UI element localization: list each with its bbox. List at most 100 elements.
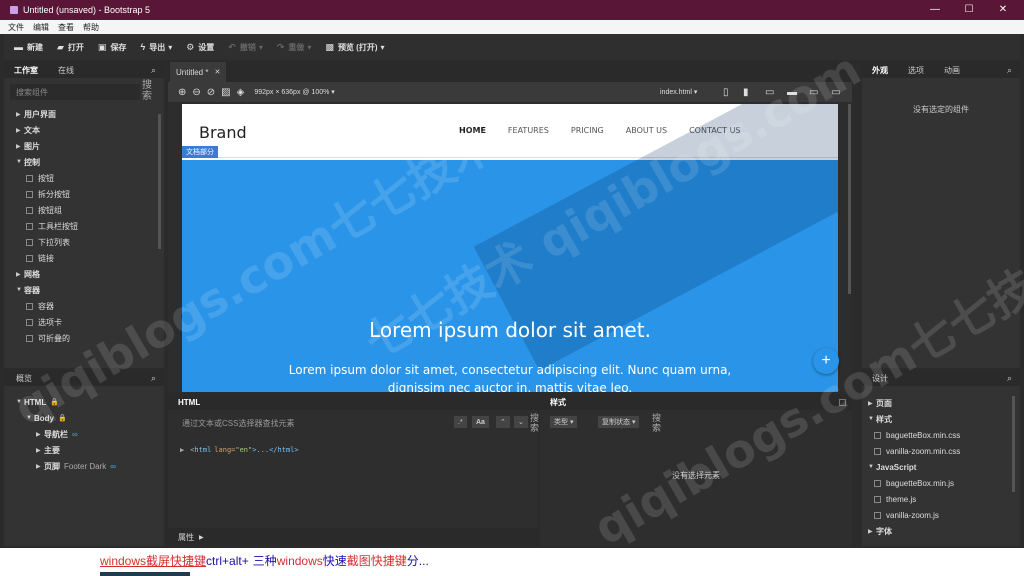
caret-down-icon[interactable]: ▼ <box>16 287 24 293</box>
maximize-button[interactable]: ☐ <box>952 0 986 20</box>
attributes-bar[interactable]: 属性 ▶ <box>168 528 538 546</box>
tab-untitled[interactable]: Untitled * ✕ <box>170 62 227 82</box>
menu-help[interactable]: 帮助 <box>83 22 99 33</box>
caret-down-icon[interactable]: ▼ <box>26 415 34 421</box>
tree-item[interactable]: ▼ 控制 <box>16 154 164 170</box>
zoom-in-icon[interactable]: ⊕ <box>178 87 186 98</box>
save-button[interactable]: ▣ 保存 <box>98 42 127 53</box>
redo-button[interactable]: ↷ 重做 ▾ <box>277 42 312 53</box>
type-select[interactable]: 类型 ▾ <box>550 416 578 428</box>
tree-item[interactable]: 链接 <box>16 250 164 266</box>
export-button[interactable]: ϟ 导出 ▾ <box>140 42 172 53</box>
caret-down-icon[interactable]: ▼ <box>16 399 24 405</box>
device-tablet-icon[interactable]: ▮ <box>743 87 749 98</box>
device-desktop-icon[interactable]: ▭ <box>809 87 818 98</box>
nav-about[interactable]: ABOUT US <box>626 126 667 135</box>
search-icon[interactable]: ⌕ <box>1007 373 1012 384</box>
device-phone-icon[interactable]: ▯ <box>723 87 729 98</box>
state-select[interactable]: 复制状态 ▾ <box>598 416 640 428</box>
open-button[interactable]: ▰ 打开 <box>57 42 84 53</box>
close-button[interactable]: ✕ <box>986 0 1020 20</box>
html-search-input[interactable]: 通过文本或CSS选择器查找元素 <box>182 418 294 429</box>
caret-down-icon[interactable]: ▼ <box>868 464 876 470</box>
search-icon[interactable]: ⌕ <box>1007 65 1012 76</box>
tree-item[interactable]: ▼ HTML 🔒 <box>16 394 164 410</box>
scrollbar[interactable] <box>848 104 851 294</box>
tree-item[interactable]: theme.js <box>868 491 1020 507</box>
tree-item[interactable]: 按钮 <box>16 170 164 186</box>
caret-right-icon[interactable]: ▶ <box>16 111 24 118</box>
tree-item[interactable]: 容器 <box>16 298 164 314</box>
tree-item[interactable]: ▼ 容器 <box>16 282 164 298</box>
caret-down-icon[interactable]: ▶ <box>36 447 44 454</box>
caret-right-icon[interactable]: ▶ <box>16 271 24 278</box>
tab-online[interactable]: 在线 <box>48 65 84 76</box>
add-button[interactable]: + <box>813 348 839 374</box>
tree-item[interactable]: ▶ 页脚 Footer Dark ∞ <box>16 458 164 474</box>
menu-file[interactable]: 文件 <box>8 22 24 33</box>
device-tablet-landscape-icon[interactable]: ▭ <box>765 87 774 98</box>
tree-item[interactable]: 选项卡 <box>16 314 164 330</box>
styles-search-button[interactable]: 搜索 <box>652 413 661 433</box>
new-button[interactable]: ▬ 新建 <box>14 42 43 53</box>
tree-item[interactable]: ▼ Body 🔒 <box>16 410 164 426</box>
tab-animation[interactable]: 动画 <box>934 65 970 76</box>
menu-view[interactable]: 查看 <box>58 22 74 33</box>
tree-item[interactable]: vanilla-zoom.min.css <box>868 443 1020 459</box>
search-icon[interactable]: ⌕ <box>151 373 156 384</box>
nav-home[interactable]: HOME <box>459 126 486 135</box>
tree-item[interactable]: ▶ 图片 <box>16 138 164 154</box>
tab-options[interactable]: 选项 <box>898 65 934 76</box>
caret-right-icon[interactable]: ▶ <box>16 143 24 150</box>
caret-down-icon[interactable]: ▶ <box>36 431 44 438</box>
html-search-button[interactable]: 搜索 <box>530 413 539 433</box>
settings-button[interactable]: ⚙ 设置 <box>186 42 214 53</box>
tree-item[interactable]: 下拉列表 <box>16 234 164 250</box>
nav-features[interactable]: FEATURES <box>508 126 549 135</box>
tree-item[interactable]: baguetteBox.min.css <box>868 427 1020 443</box>
down-icon[interactable]: ⌄ <box>514 416 528 428</box>
layers-icon[interactable]: ◈ <box>237 87 245 98</box>
search-icon[interactable]: ⌕ <box>151 65 156 76</box>
article-link[interactable]: windows截屏快捷键ctrl+alt+ 三种windows快速截图快捷键分..… <box>100 552 429 569</box>
tree-item[interactable]: ▼ 样式 <box>868 411 1020 427</box>
tab-appearance[interactable]: 外观 <box>862 65 898 76</box>
tree-item[interactable]: 拆分按钮 <box>16 186 164 202</box>
caret-right-icon[interactable]: ▶ <box>868 528 876 535</box>
image-icon[interactable]: ▨ <box>221 87 230 98</box>
caret-down-icon[interactable]: ▼ <box>868 416 876 422</box>
brand[interactable]: Brand <box>199 123 247 142</box>
expand-icon[interactable]: ▶ <box>180 446 184 454</box>
menu-edit[interactable]: 编辑 <box>33 22 49 33</box>
tree-item[interactable]: ▶ 网格 <box>16 266 164 282</box>
tree-item[interactable]: ▼ JavaScript <box>868 459 1020 475</box>
tree-item[interactable]: baguetteBox.min.js <box>868 475 1020 491</box>
file-select[interactable]: index.html ▾ <box>660 88 697 96</box>
tree-item[interactable]: ▶ 文本 <box>16 122 164 138</box>
zoom-out-icon[interactable]: ⊖ <box>192 87 200 98</box>
case-button[interactable]: Aa <box>472 416 489 428</box>
device-laptop-icon[interactable]: ▬ <box>787 87 797 98</box>
components-search-input[interactable]: 搜索组件 <box>10 84 140 100</box>
caret-right-icon[interactable]: ▶ <box>868 400 876 407</box>
close-icon[interactable]: ✕ <box>214 68 220 76</box>
tab-studio[interactable]: 工作室 <box>4 65 48 76</box>
maximize-icon[interactable] <box>839 398 846 406</box>
up-icon[interactable]: ⌃ <box>496 416 510 428</box>
viewport-size[interactable]: 992px × 636px @ 100% ▾ <box>254 88 334 96</box>
tree-item[interactable]: ▶ 导航栏 ∞ <box>16 426 164 442</box>
preview-button[interactable]: ▩ 预览 (打开) ▾ <box>325 42 384 53</box>
minimize-button[interactable]: — <box>918 0 952 20</box>
caret-down-icon[interactable]: ▶ <box>36 463 44 470</box>
tree-item[interactable]: ▶ 字体 <box>868 523 1020 539</box>
html-code-line[interactable]: ▶ <html lang= "en" >...</html> <box>168 446 538 454</box>
device-wide-icon[interactable]: ▭ <box>831 87 840 98</box>
block-icon[interactable]: ⊘ <box>207 87 215 98</box>
nav-pricing[interactable]: PRICING <box>571 126 604 135</box>
scrollbar[interactable] <box>1012 396 1015 492</box>
tree-item[interactable]: ▶ 用户界面 <box>16 106 164 122</box>
tree-item[interactable]: ▶ 主要 <box>16 442 164 458</box>
undo-button[interactable]: ↶ 撤销 ▾ <box>228 42 263 53</box>
tree-item[interactable]: vanilla-zoom.js <box>868 507 1020 523</box>
caret-right-icon[interactable]: ▶ <box>16 127 24 134</box>
